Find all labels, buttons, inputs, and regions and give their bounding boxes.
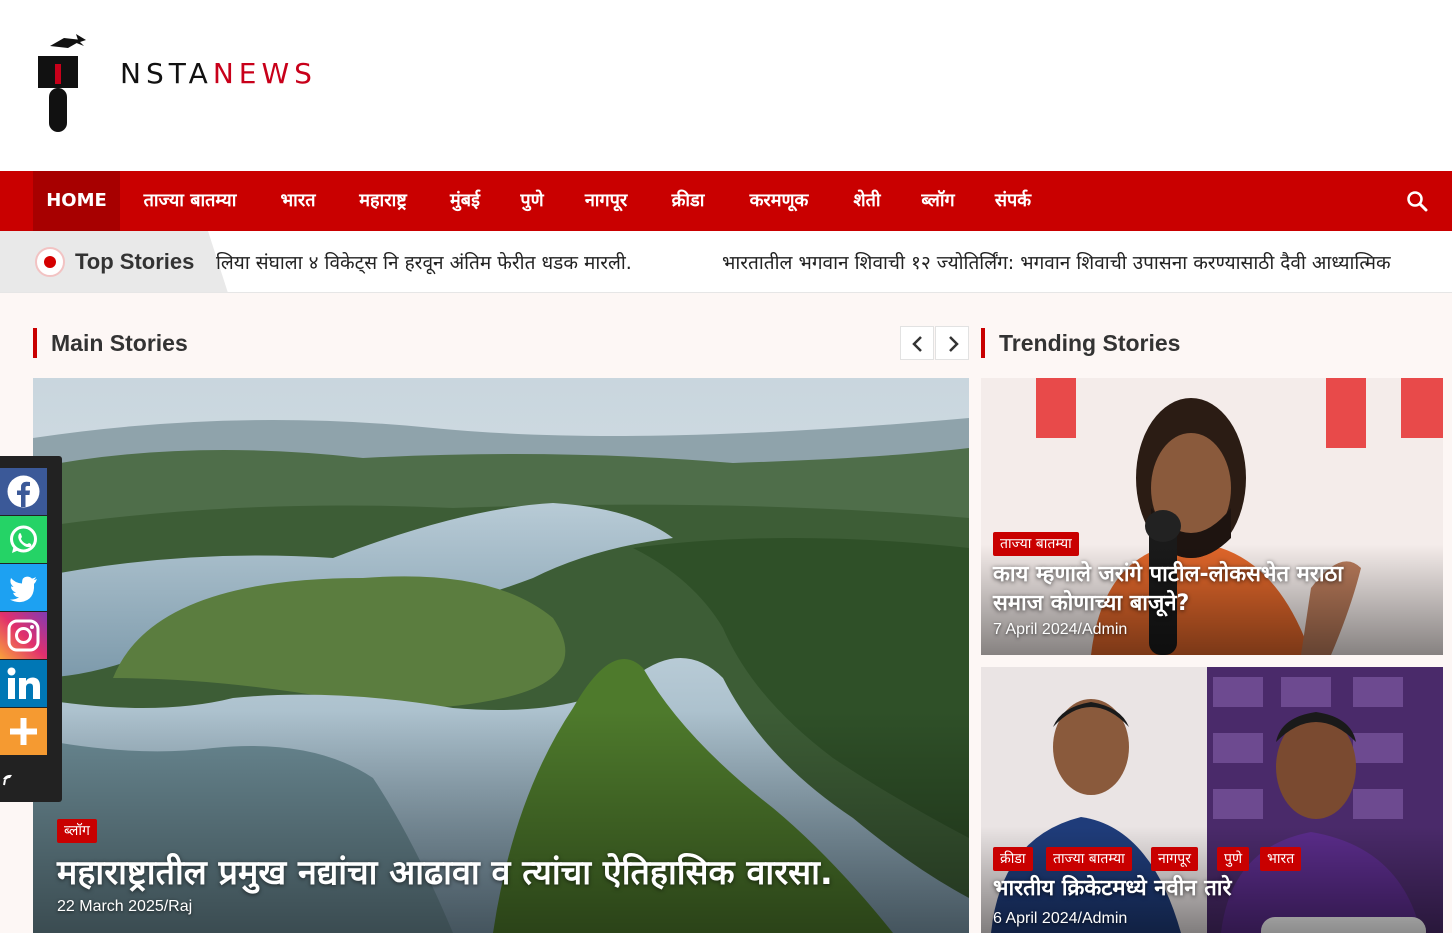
- category-badge[interactable]: ताज्या बातम्या: [1046, 847, 1132, 871]
- whatsapp-icon[interactable]: [0, 516, 47, 563]
- nav-item-entertainment[interactable]: करमणूक: [738, 171, 820, 231]
- nav-item-farming[interactable]: शेती: [842, 171, 892, 231]
- ticker-title: Top Stories: [75, 249, 195, 274]
- trending-card-title[interactable]: काय म्हणाले जरांगे पाटील-लोकसभेत मराठा स…: [993, 560, 1343, 618]
- nav-item-latest-news[interactable]: ताज्या बातम्या: [132, 171, 248, 231]
- search-icon[interactable]: [1406, 190, 1428, 212]
- nav-item-pune[interactable]: पुणे: [512, 171, 552, 231]
- main-nav: HOME ताज्या बातम्या भारत महाराष्ट्र मुंब…: [0, 171, 1452, 231]
- prev-slide-button[interactable]: [900, 326, 934, 360]
- category-badge[interactable]: भारत: [1260, 847, 1302, 871]
- linkedin-icon[interactable]: [0, 660, 47, 707]
- microphone-logo-icon: [38, 34, 86, 132]
- top-stories-ticker: Top Stories लिया संघाला ४ विकेट्स नि हरव…: [0, 231, 1452, 293]
- category-badge[interactable]: ब्लॉग: [57, 819, 97, 843]
- main-story-card[interactable]: ब्लॉग महाराष्ट्रातील प्रमुख नद्यांचा आढा…: [33, 378, 969, 933]
- nav-item-blog[interactable]: ब्लॉग: [912, 171, 964, 231]
- main-story-meta: 22 March 2025/Raj: [57, 898, 193, 915]
- next-slide-button[interactable]: [935, 326, 969, 360]
- instagram-icon[interactable]: [0, 612, 47, 659]
- trending-card-title[interactable]: भारतीय क्रिकेटमध्ये नवीन तारे: [993, 874, 1232, 903]
- ticker-label-box: Top Stories: [0, 231, 228, 292]
- main-story-title[interactable]: महाराष्ट्रातील प्रमुख नद्यांचा आढावा व त…: [57, 848, 833, 894]
- site-header: NSTANEWS: [0, 0, 1452, 171]
- nav-item-india[interactable]: भारत: [270, 171, 326, 231]
- more-icon[interactable]: [0, 708, 47, 755]
- trending-card-meta: 7 April 2024/Admin: [993, 621, 1128, 638]
- category-badge[interactable]: क्रीडा: [993, 847, 1033, 871]
- trending-card-meta: 6 April 2024/Admin: [993, 910, 1128, 927]
- ticker-item[interactable]: भारतातील भगवान शिवाची १२ ज्योतिर्लिंग: भ…: [722, 249, 1391, 275]
- trending-card[interactable]: ताज्या बातम्या काय म्हणाले जरांगे पाटील-…: [981, 378, 1443, 655]
- category-badge[interactable]: नागपूर: [1151, 847, 1198, 871]
- hide-bar-icon[interactable]: [2, 772, 14, 786]
- twitter-icon[interactable]: [0, 564, 47, 611]
- nav-item-mumbai[interactable]: मुंबई: [440, 171, 490, 231]
- trending-stories-heading: Trending Stories: [981, 328, 1180, 358]
- nav-item-contact[interactable]: संपर्क: [986, 171, 1040, 231]
- category-badge[interactable]: पुणे: [1217, 847, 1250, 871]
- site-logo[interactable]: NSTANEWS: [36, 34, 326, 134]
- chevron-right-icon: [949, 336, 959, 352]
- social-share-bar: [0, 456, 62, 802]
- nav-item-maharashtra[interactable]: महाराष्ट्र: [348, 171, 418, 231]
- facebook-icon[interactable]: [0, 468, 47, 515]
- logo-wordmark: NSTANEWS: [120, 57, 317, 90]
- main-stories-heading: Main Stories: [33, 328, 188, 358]
- ticker-fade: [1392, 231, 1452, 292]
- live-dot-icon: [35, 247, 65, 277]
- nav-item-nagpur[interactable]: नागपूर: [574, 171, 638, 231]
- nav-item-sports[interactable]: क्रीडा: [660, 171, 716, 231]
- ticker-item[interactable]: लिया संघाला ४ विकेट्स नि हरवून अंतिम फेर…: [216, 249, 632, 275]
- category-badge[interactable]: ताज्या बातम्या: [993, 532, 1079, 556]
- chevron-left-icon: [912, 336, 922, 352]
- nav-item-home[interactable]: HOME: [33, 171, 120, 231]
- trending-card[interactable]: क्रीडा ताज्या बातम्या नागपूर पुणे भारत भ…: [981, 667, 1443, 933]
